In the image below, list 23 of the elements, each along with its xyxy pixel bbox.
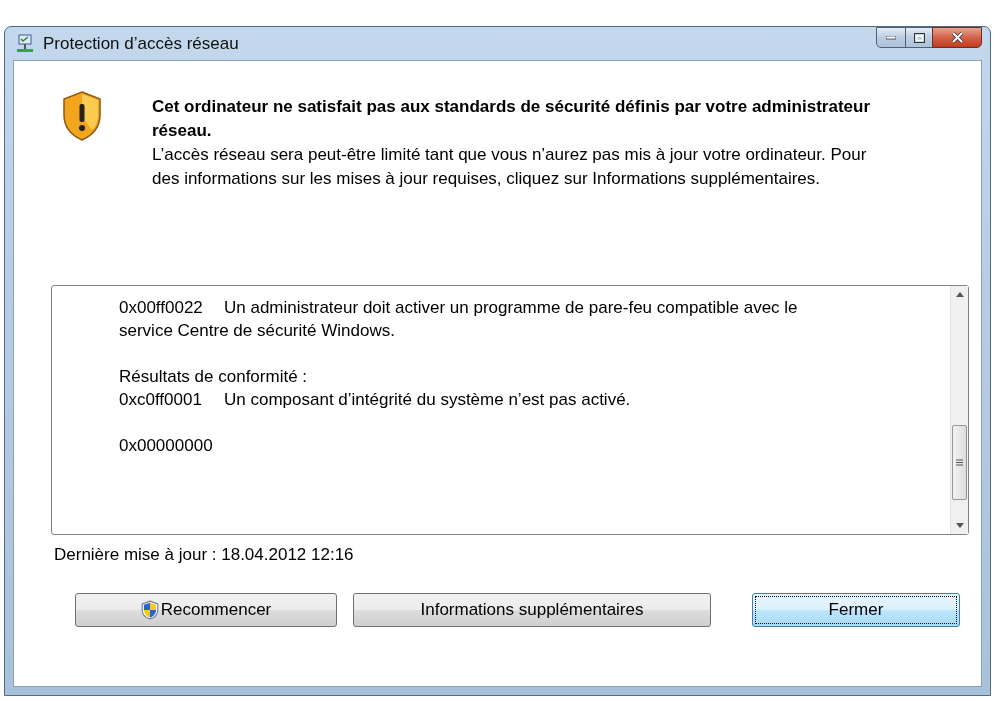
dialog-button[interactable]: Fermer [752, 593, 960, 627]
detail-entry: 0x00ff0022 Un administrateur doit activer un programme de pare-feu compatible avec le service Centre de sécurité Windows. [119, 297, 799, 342]
warning-heading: Cet ordinateur ne satisfait pas aux standards de sécurité définis par votre administrateur réseau. [152, 96, 871, 142]
close-icon [950, 32, 964, 43]
warning-message: L’accès réseau sera peut-être limité tant que vous n’aurez pas mis à jour votre ordinateur. Pour des informations sur les mises à jour requises, cliquez sur Informations supplémentaires. [152, 144, 868, 190]
dialog-button[interactable]: Recommencer [75, 593, 337, 627]
window-title: Protection d’accès réseau [43, 33, 240, 54]
scrollbar[interactable] [950, 286, 968, 534]
warning-shield-icon [62, 91, 102, 141]
maximize-button[interactable] [905, 27, 933, 48]
network-computer-icon [15, 33, 35, 54]
detail-entry: 0xc0ff0001 Un composant d’intégrité du système n’est pas activé. [119, 389, 632, 411]
detail-code: 0x00000000 [119, 435, 214, 457]
close-button[interactable] [932, 27, 982, 48]
scroll-up-icon[interactable] [955, 292, 964, 297]
minimize-button[interactable] [876, 27, 906, 48]
last-update-text: Dernière mise à jour : 18.04.2012 12:16 [54, 545, 355, 565]
dialog-button[interactable]: Informations supplémentaires [353, 593, 711, 627]
maximize-icon [913, 32, 925, 43]
minimize-icon [886, 35, 896, 40]
scroll-down-icon[interactable] [955, 523, 964, 528]
detail-heading: Résultats de conformité : [119, 366, 309, 388]
scroll-thumb[interactable] [952, 425, 967, 500]
